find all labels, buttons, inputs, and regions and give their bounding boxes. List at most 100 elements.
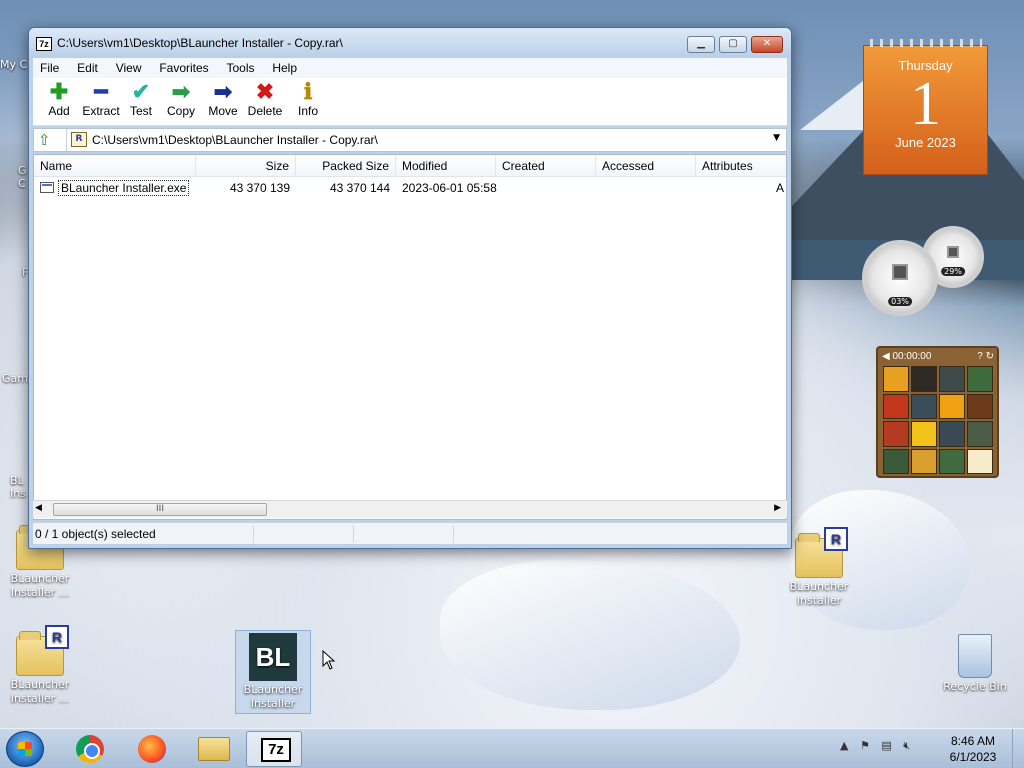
plus-icon: ✚: [49, 79, 69, 104]
taskbar-firefox[interactable]: [122, 731, 178, 767]
column-accessed[interactable]: Accessed: [596, 155, 696, 177]
cpu-gauge-value: 03%: [888, 297, 912, 306]
arrow-right-icon: ➡: [213, 79, 233, 104]
network-icon[interactable]: ▤: [881, 739, 891, 752]
chevron-down-icon[interactable]: ▼: [773, 133, 780, 143]
desktop-icon-blauncher-installer[interactable]: BL BLauncher Installer: [235, 630, 311, 714]
move-button[interactable]: ➡ Move: [205, 79, 241, 119]
calendar-gadget[interactable]: Thursday 1 June 2023: [863, 39, 988, 175]
show-desktop-button[interactable]: [1012, 729, 1024, 768]
extract-button[interactable]: ━ Extract: [77, 80, 125, 119]
action-center-flag-icon[interactable]: ⚑: [860, 739, 870, 752]
status-divider: [453, 525, 454, 543]
close-button[interactable]: ✕: [751, 36, 783, 53]
menu-tools[interactable]: Tools: [220, 58, 262, 78]
desktop-icon-recycle-bin[interactable]: Recycle Bin: [937, 634, 1013, 694]
ice-scenery: [440, 560, 740, 710]
folder-up-icon[interactable]: ⇧: [38, 132, 56, 148]
add-label: Add: [48, 104, 70, 118]
taskbar-chrome[interactable]: [60, 731, 116, 767]
info-label: Info: [297, 104, 318, 118]
window-title: C:\Users\vm1\Desktop\BLauncher Installer…: [57, 36, 343, 50]
calendar-month: June 2023: [895, 135, 956, 150]
status-bar: 0 / 1 object(s) selected: [33, 522, 787, 544]
address-combobox[interactable]: R C:\Users\vm1\Desktop\BLauncher Install…: [66, 129, 786, 151]
column-created[interactable]: Created: [496, 155, 596, 177]
file-packed-size: 43 370 144: [329, 181, 390, 195]
puzzle-tile[interactable]: [967, 366, 993, 392]
test-button[interactable]: ✔ Test: [123, 79, 159, 119]
maximize-button[interactable]: ▢: [719, 36, 747, 53]
x-icon: ✖: [255, 79, 275, 104]
puzzle-tile[interactable]: [883, 393, 909, 419]
puzzle-help-icon[interactable]: ? ↻: [977, 351, 994, 362]
puzzle-tile[interactable]: [967, 448, 993, 474]
menu-edit[interactable]: Edit: [70, 58, 105, 78]
start-button[interactable]: [6, 731, 44, 767]
scroll-left-icon[interactable]: ◀: [35, 503, 42, 513]
puzzle-back-icon[interactable]: ◀: [882, 351, 890, 362]
delete-label: Delete: [247, 104, 283, 118]
menu-file[interactable]: File: [33, 58, 66, 78]
system-tray: ▲ ⚑ ▤ 🔇︎: [840, 739, 918, 753]
taskbar-7zip[interactable]: 7z: [246, 731, 302, 767]
taskbar-clock[interactable]: 8:46 AM 6/1/2023: [940, 733, 1006, 765]
puzzle-tile[interactable]: [911, 393, 937, 419]
chrome-icon: [76, 735, 104, 763]
rar-badge-icon: R: [45, 625, 69, 649]
copy-label: Copy: [166, 104, 195, 118]
horizontal-scrollbar[interactable]: ◀ III ▶: [33, 500, 787, 518]
sevenzip-window[interactable]: 7z C:\Users\vm1\Desktop\BLauncher Instal…: [28, 27, 792, 549]
window-titlebar[interactable]: 7z C:\Users\vm1\Desktop\BLauncher Instal…: [29, 28, 791, 58]
column-modified[interactable]: Modified: [396, 155, 496, 177]
puzzle-tile[interactable]: [967, 393, 993, 419]
menu-view[interactable]: View: [109, 58, 149, 78]
puzzle-tile[interactable]: [967, 421, 993, 447]
puzzle-tile[interactable]: [911, 421, 937, 447]
puzzle-tile[interactable]: [883, 448, 909, 474]
desktop-icon-installer-partial[interactable]: BL Ins: [10, 474, 26, 500]
column-attributes[interactable]: Attributes: [696, 155, 786, 177]
sevenzip-icon: 7z: [36, 37, 52, 51]
puzzle-tile[interactable]: [939, 366, 965, 392]
puzzle-tile[interactable]: [883, 421, 909, 447]
puzzle-tile[interactable]: [911, 448, 937, 474]
desktop-icon-folder-2[interactable]: R BLauncher Installer ...: [2, 625, 78, 706]
checkmark-icon: ✔: [131, 79, 151, 104]
file-list[interactable]: Name Size Packed Size Modified Created A…: [33, 154, 787, 520]
menu-favorites[interactable]: Favorites: [152, 58, 215, 78]
info-button[interactable]: ℹ Info: [293, 79, 323, 119]
recycle-bin-icon: [958, 634, 992, 678]
puzzle-tile[interactable]: [883, 366, 909, 392]
desktop-icon-folder-right[interactable]: R BLauncher Installer: [781, 527, 857, 608]
cpu-gauge[interactable]: 03%: [862, 240, 938, 316]
taskbar-explorer[interactable]: [184, 731, 240, 767]
column-name[interactable]: Name: [34, 155, 196, 177]
volume-muted-icon[interactable]: 🔇︎: [903, 739, 910, 753]
column-size[interactable]: Size: [196, 155, 296, 177]
delete-button[interactable]: ✖ Delete: [245, 79, 285, 119]
puzzle-grid[interactable]: [883, 366, 993, 474]
scroll-right-icon[interactable]: ▶: [774, 503, 781, 513]
copy-button[interactable]: ➡ Copy: [163, 80, 199, 119]
puzzle-tile[interactable]: [939, 448, 965, 474]
calendar-day-number: 1: [910, 70, 941, 138]
file-row[interactable]: BLauncher Installer.exe 43 370 139 43 37…: [34, 179, 786, 197]
minimize-button[interactable]: ▁: [687, 36, 715, 53]
desktop-icon-chrome-partial[interactable]: G C: [18, 164, 27, 190]
puzzle-tile[interactable]: [939, 393, 965, 419]
desktop-icon-games-partial[interactable]: Gam: [2, 372, 28, 385]
show-hidden-icons-icon[interactable]: ▲: [840, 739, 848, 752]
mouse-cursor-icon: [322, 650, 336, 670]
picture-puzzle-gadget[interactable]: ◀ 00:00:00 ? ↻: [876, 346, 999, 478]
desktop-icon-computer-partial[interactable]: My C: [0, 58, 27, 71]
info-icon: ℹ: [303, 79, 313, 104]
scroll-thumb[interactable]: III: [53, 503, 267, 516]
column-packed-size[interactable]: Packed Size: [296, 155, 396, 177]
add-button[interactable]: ✚ Add: [39, 79, 79, 119]
menu-help[interactable]: Help: [265, 58, 304, 78]
file-attributes: A: [776, 181, 785, 195]
puzzle-tile[interactable]: [911, 366, 937, 392]
puzzle-tile[interactable]: [939, 421, 965, 447]
file-name-cell: BLauncher Installer.exe: [52, 179, 195, 197]
